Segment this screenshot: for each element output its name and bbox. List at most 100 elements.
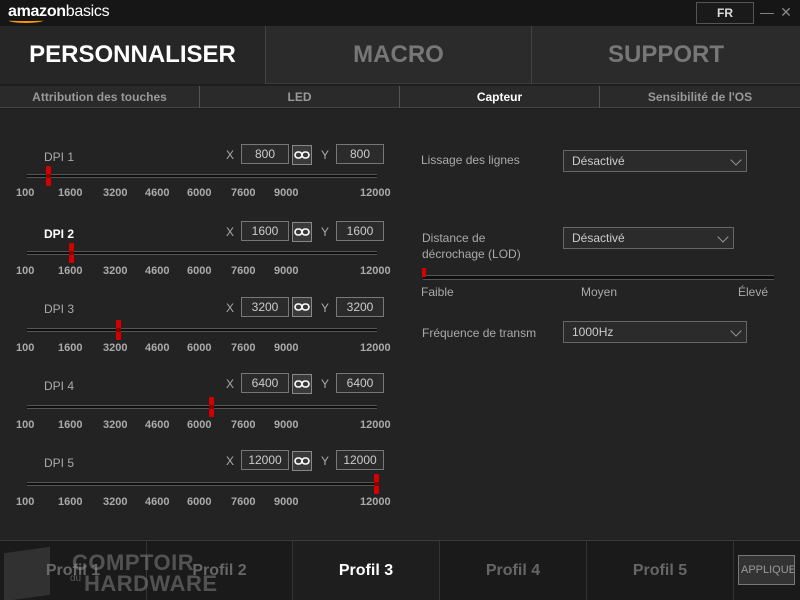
- x-axis-label: X: [226, 301, 235, 315]
- dpi-tick-label: 12000: [360, 187, 391, 199]
- y-axis-label: Y: [321, 454, 330, 468]
- dpi-x-input[interactable]: [241, 221, 289, 241]
- chevron-down-icon: [717, 231, 729, 243]
- dpi-y-input[interactable]: [336, 221, 384, 241]
- polling-rate-select[interactable]: 1000Hz: [563, 321, 747, 343]
- dpi-tick-label: 4600: [145, 419, 170, 431]
- dpi-stage-label: DPI 2: [44, 227, 75, 241]
- dpi-tick-label: 9000: [274, 496, 299, 508]
- tab-personnaliser[interactable]: PERSONNALISER: [0, 26, 266, 84]
- dpi-tick-label: 100: [16, 419, 35, 431]
- title-bar: amazonbasics FR — ✕: [0, 0, 800, 26]
- dpi-tick-label: 12000: [360, 419, 391, 431]
- dpi-y-input[interactable]: [336, 450, 384, 470]
- minimize-icon[interactable]: —: [760, 3, 774, 21]
- lod-value: Désactivé: [572, 231, 625, 245]
- y-axis-label: Y: [321, 148, 330, 162]
- lod-select[interactable]: Désactivé: [563, 227, 734, 249]
- tab-macro[interactable]: MACRO: [266, 26, 532, 84]
- dpi-tick-label: 7600: [231, 342, 256, 354]
- smoothing-label: Lissage des lignes: [421, 153, 520, 167]
- dpi-slider-thumb[interactable]: [69, 243, 74, 263]
- dpi-slider-track[interactable]: [27, 405, 377, 409]
- dpi-tick-label: 1600: [58, 496, 83, 508]
- dpi-tick-label: 4600: [145, 342, 170, 354]
- dpi-tick-label: 6000: [187, 187, 212, 199]
- link-xy-icon[interactable]: [292, 145, 312, 165]
- smoothing-value: Désactivé: [572, 154, 625, 168]
- dpi-stage-label: DPI 5: [44, 456, 75, 470]
- dpi-tick-label: 9000: [274, 419, 299, 431]
- dpi-slider-track[interactable]: [27, 251, 377, 255]
- close-icon[interactable]: ✕: [779, 3, 793, 21]
- dpi-slider-thumb[interactable]: [374, 474, 379, 494]
- dpi-slider-thumb[interactable]: [116, 320, 121, 340]
- dpi-stage-label: DPI 4: [44, 379, 75, 393]
- y-axis-label: Y: [321, 225, 330, 239]
- polling-rate-label: Fréquence de transm: [422, 326, 537, 340]
- smoothing-select[interactable]: Désactivé: [563, 150, 747, 172]
- tab-support[interactable]: SUPPORT: [532, 26, 800, 84]
- dpi-tick-label: 3200: [103, 419, 128, 431]
- subtab-capteur[interactable]: Capteur: [400, 86, 600, 108]
- y-axis-label: Y: [321, 301, 330, 315]
- dpi-y-input[interactable]: [336, 144, 384, 164]
- x-axis-label: X: [226, 377, 235, 391]
- dpi-tick-label: 3200: [103, 187, 128, 199]
- dpi-tick-label: 12000: [360, 265, 391, 277]
- dpi-x-input[interactable]: [241, 373, 289, 393]
- dpi-tick-label: 6000: [187, 265, 212, 277]
- link-xy-icon[interactable]: [292, 297, 312, 317]
- dpi-tick-label: 7600: [231, 496, 256, 508]
- dpi-tick-label: 1600: [58, 265, 83, 277]
- profile-tab-5[interactable]: Profil 5: [587, 541, 734, 600]
- subtab-attribution[interactable]: Attribution des touches: [0, 86, 200, 108]
- dpi-tick-label: 7600: [231, 187, 256, 199]
- apply-button[interactable]: APPLIQUER: [738, 555, 795, 585]
- dpi-x-input[interactable]: [241, 297, 289, 317]
- dpi-x-input[interactable]: [241, 144, 289, 164]
- lod-min-label: Faible: [421, 285, 454, 299]
- profile-tab-1[interactable]: Profil 1: [0, 541, 147, 600]
- x-axis-label: X: [226, 225, 235, 239]
- sub-tabs: Attribution des touches LED Capteur Sens…: [0, 86, 800, 108]
- dpi-stage-label: DPI 3: [44, 302, 75, 316]
- dpi-tick-label: 3200: [103, 265, 128, 277]
- dpi-slider-track[interactable]: [27, 482, 377, 486]
- dpi-y-input[interactable]: [336, 373, 384, 393]
- lod-mid-label: Moyen: [581, 285, 618, 299]
- dpi-slider-thumb[interactable]: [46, 166, 51, 186]
- dpi-y-input[interactable]: [336, 297, 384, 317]
- dpi-slider-track[interactable]: [27, 328, 377, 332]
- subtab-led[interactable]: LED: [200, 86, 400, 108]
- polling-rate-value: 1000Hz: [572, 325, 614, 339]
- dpi-slider-track[interactable]: [27, 174, 377, 178]
- link-xy-icon[interactable]: [292, 222, 312, 242]
- dpi-x-input[interactable]: [241, 450, 289, 470]
- main-tabs: PERSONNALISER MACRO SUPPORT: [0, 26, 800, 84]
- dpi-tick-label: 7600: [231, 419, 256, 431]
- dpi-tick-label: 4600: [145, 496, 170, 508]
- dpi-tick-label: 9000: [274, 265, 299, 277]
- chevron-down-icon: [730, 325, 742, 337]
- profile-tab-2[interactable]: Profil 2: [147, 541, 293, 600]
- dpi-slider-thumb[interactable]: [209, 397, 214, 417]
- subtab-sensibilite[interactable]: Sensibilité de l'OS: [600, 86, 800, 108]
- dpi-stage-label: DPI 1: [44, 150, 75, 164]
- dpi-tick-label: 100: [16, 265, 35, 277]
- language-button[interactable]: FR: [696, 2, 754, 24]
- profile-tab-4[interactable]: Profil 4: [440, 541, 587, 600]
- brand-logo-smile-icon: [9, 18, 43, 23]
- dpi-tick-label: 3200: [103, 342, 128, 354]
- chevron-down-icon: [730, 154, 742, 166]
- dpi-tick-label: 12000: [360, 496, 391, 508]
- lod-slider-thumb[interactable]: [422, 268, 426, 277]
- dpi-tick-label: 7600: [231, 265, 256, 277]
- x-axis-label: X: [226, 454, 235, 468]
- lod-label: Distance de décrochage (LOD): [422, 231, 521, 261]
- profile-tab-3[interactable]: Profil 3: [293, 541, 440, 600]
- link-xy-icon[interactable]: [292, 374, 312, 394]
- dpi-tick-label: 100: [16, 496, 35, 508]
- link-xy-icon[interactable]: [292, 451, 312, 471]
- lod-slider-track[interactable]: [423, 275, 774, 280]
